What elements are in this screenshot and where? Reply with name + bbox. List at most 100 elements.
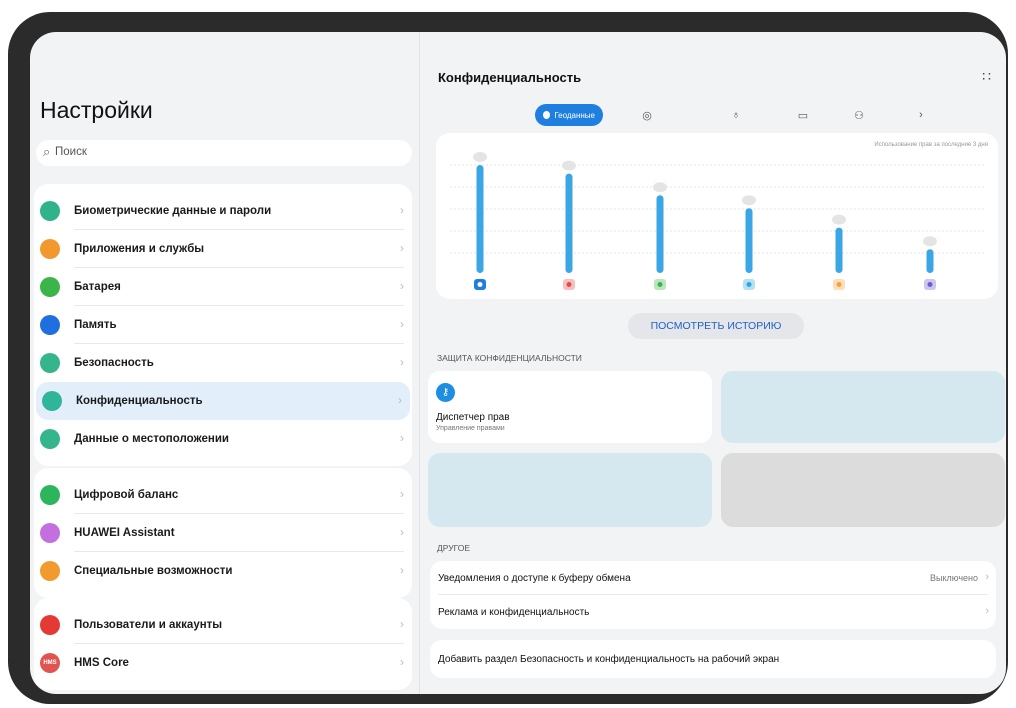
chart-bar[interactable] [926,249,934,273]
sidebar-item[interactable]: Специальные возможности › [34,552,412,590]
add-to-home-label: Добавить раздел Безопасность и конфиденц… [438,654,780,665]
shield-icon [40,353,60,373]
sidebar-item-label: HUAWEI Assistant [74,527,175,539]
sidebar-item[interactable]: HUAWEI Assistant › [34,514,412,552]
chevron-right-icon: › [400,203,404,217]
hourglass-icon [40,485,60,505]
storage-icon [40,315,60,335]
sidebar-item-label: Память [74,319,117,331]
permission-manager-subtitle: Управление правами [436,425,505,432]
sidebar-item[interactable]: Данные о местоположении › [34,420,412,458]
settings-title: Настройки [40,97,153,123]
apps-grid-icon [40,239,60,259]
placeholder-tile[interactable] [721,453,1005,527]
key-icon: ⚷ [436,383,455,402]
chart-bar[interactable] [476,165,484,273]
chevron-right-icon: › [400,431,404,445]
chart-svg [450,152,984,290]
chevron-right-icon: › [985,605,989,617]
ads-privacy-label: Реклама и конфиденциальность [438,607,590,618]
chart-bar-tooltip-dot [742,195,756,206]
chart-bar[interactable] [745,208,753,273]
chevron-right-icon: › [398,393,402,407]
hms-core-icon: HMS [40,653,60,673]
accessibility-icon [40,561,60,581]
settings-card: Пользователи и аккаунты › HMS HMS Core › [34,598,412,690]
clipboard-notifications-row[interactable]: Уведомления о доступе к буферу обмена Вы… [430,561,996,595]
search-input[interactable]: ⌕ Поиск [36,140,412,166]
privacy-icon [42,391,62,411]
chevron-right-icon: › [400,525,404,539]
user-icon [40,615,60,635]
settings-card: Биометрические данные и пароли › Приложени… [34,184,412,466]
ads-privacy-row[interactable]: Реклама и конфиденциальность › [430,595,996,629]
sidebar-item[interactable]: Биометрические данные и пароли › [34,192,412,230]
chart-bar-tooltip-dot [923,236,937,247]
sidebar-item[interactable]: Конфиденциальность › [36,382,410,420]
placeholder-tile[interactable] [428,453,712,527]
sidebar-item-label: Цифровой баланс [74,489,179,501]
page-title: Конфиденциальность [438,70,582,85]
permission-usage-chart: Использование прав за последние 3 дня [436,133,998,299]
folder-icon[interactable]: ▭ [792,104,814,126]
tablet-screen: Настройки ⌕ Поиск Биометрические данные … [30,32,1006,694]
tab-location[interactable]: Геоданные [535,104,603,126]
chart-bar[interactable] [565,173,573,273]
camera-icon[interactable]: ◎ [636,104,658,126]
app-icon-glyph [746,282,752,287]
assistant-icon [40,523,60,543]
sidebar-item-label: Батарея [74,281,121,293]
add-to-home-card[interactable]: Добавить раздел Безопасность и конфиденц… [430,640,996,678]
sidebar-item-label: Специальные возможности [74,565,233,577]
chevron-right-icon: › [400,355,404,369]
permission-manager-tile[interactable]: ⚷ Диспетчер прав Управление правами [428,371,712,443]
chevron-right-icon: › [400,317,404,331]
placeholder-tile[interactable] [721,371,1005,443]
sidebar-item-label: Данные о местоположении [74,433,229,445]
chevron-right-icon: › [400,655,404,669]
search-placeholder: Поиск [55,146,87,158]
contacts-icon[interactable]: ⚇ [848,104,870,126]
clipboard-notifications-value: Выключено [930,573,978,583]
chart-bar-tooltip-dot [832,214,846,225]
sidebar-item[interactable]: Батарея › [34,268,412,306]
chart-bar-tooltip-dot [562,160,576,171]
chart-bar-tooltip-dot [653,182,667,193]
sidebar-item[interactable]: Безопасность › [34,344,412,382]
sidebar-item-label: Безопасность [74,357,154,369]
settings-sidebar: Настройки ⌕ Поиск Биометрические данные … [30,32,419,694]
settings-card: Цифровой баланс › HUAWEI Assistant › Специал… [34,468,412,598]
app-icon-glyph [477,282,483,287]
chart-bar-tooltip-dot [473,152,487,162]
search-icon: ⌕ [43,144,51,159]
sidebar-item-label: Конфиденциальность [76,395,203,407]
app-icon-glyph [566,282,572,287]
sidebar-item[interactable]: Память › [34,306,412,344]
sidebar-item-label: Пользователи и аккаунты [74,619,223,631]
sidebar-item-label: Биометрические данные и пароли [74,205,272,217]
sidebar-item[interactable]: Цифровой баланс › [34,476,412,514]
chevron-right-icon: › [400,279,404,293]
chevron-right-icon[interactable]: › [912,104,930,126]
location-pin-icon [40,429,60,449]
sidebar-item[interactable]: Приложения и службы › [34,230,412,268]
tab-location-label: Геоданные [554,110,595,120]
more-options-icon[interactable]: ∷ [982,68,992,85]
other-settings-card: Уведомления о доступе к буферу обмена Вы… [430,561,996,629]
chart-bar[interactable] [656,195,664,273]
chevron-right-icon: › [400,241,404,255]
protection-section-label: ЗАЩИТА КОНФИДЕНЦИАЛЬНОСТИ [437,353,582,363]
sidebar-item[interactable]: Пользователи и аккаунты › [34,606,412,644]
location-pin-icon [543,111,551,119]
chevron-right-icon: › [400,487,404,501]
chevron-right-icon: › [985,571,989,583]
permission-manager-title: Диспетчер прав [436,412,510,423]
other-section-label: ДРУГОЕ [437,543,471,553]
view-history-button[interactable]: ПОСМОТРЕТЬ ИСТОРИЮ [628,313,804,339]
app-icon-glyph [836,282,842,287]
chart-bar[interactable] [835,227,843,273]
battery-icon [40,277,60,297]
microphone-icon[interactable]: ♁ [725,104,747,126]
sidebar-item[interactable]: HMS HMS Core › [34,644,412,682]
privacy-panel: Конфиденциальность ∷ Геоданные ◎ ♁ ▭ ⚇ ›… [420,32,1006,694]
